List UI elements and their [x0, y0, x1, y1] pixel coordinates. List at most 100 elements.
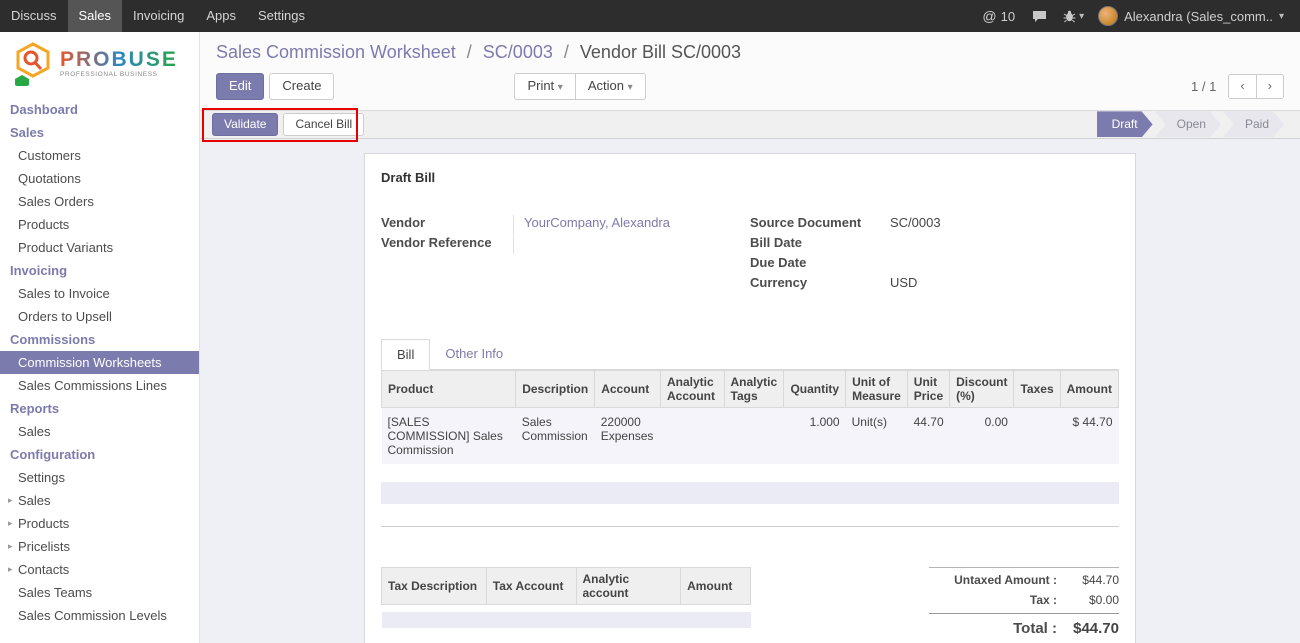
col-taxes[interactable]: Taxes	[1014, 370, 1060, 407]
probuse-logo-icon	[12, 42, 54, 86]
vendor-reference-value	[513, 235, 750, 254]
sidebar-item-config-products[interactable]: ▸ Products	[0, 512, 199, 535]
sidebar-item-quotations[interactable]: Quotations	[0, 167, 199, 190]
print-button[interactable]: Print ▾	[514, 73, 575, 100]
cell-taxes	[1014, 407, 1060, 464]
col-unit-price[interactable]: Unit Price	[907, 370, 949, 407]
control-panel: Sales Commission Worksheet / SC/0003 / V…	[200, 32, 1300, 110]
menu-item-label: Pricelists	[18, 539, 70, 554]
cell-account: 220000 Expenses	[595, 407, 661, 464]
col-tax-description[interactable]: Tax Description	[382, 567, 487, 604]
col-product[interactable]: Product	[382, 370, 516, 407]
sidebar-item-config-settings[interactable]: Settings	[0, 466, 199, 489]
user-menu[interactable]: Alexandra (Sales_comm.. ▾	[1092, 6, 1290, 26]
form-view: Draft Bill Vendor YourCompany, Alexandra…	[200, 139, 1300, 643]
sidebar-item-products[interactable]: Products	[0, 213, 199, 236]
sidebar-item-config-pricelists[interactable]: ▸ Pricelists	[0, 535, 199, 558]
sidebar-item-sales-teams[interactable]: Sales Teams	[0, 581, 199, 604]
mention-indicator[interactable]: @ 10	[973, 8, 1024, 24]
sidebar-item-config-contacts[interactable]: ▸ Contacts	[0, 558, 199, 581]
cancel-bill-button[interactable]: Cancel Bill	[283, 113, 364, 137]
tax-empty-row	[382, 604, 751, 612]
sidebar-item-product-variants[interactable]: Product Variants	[0, 236, 199, 259]
stage-draft[interactable]: Draft	[1097, 111, 1153, 137]
col-account[interactable]: Account	[595, 370, 661, 407]
total-value: $44.70	[1057, 620, 1119, 637]
col-analytic-tags[interactable]: Analytic Tags	[724, 370, 784, 407]
stage-open[interactable]: Open	[1155, 111, 1221, 137]
sidebar-item-commission-worksheets[interactable]: Commission Worksheets	[0, 351, 199, 374]
col-amount[interactable]: Amount	[1060, 370, 1118, 407]
action-label: Action	[588, 78, 624, 93]
col-tax-account[interactable]: Tax Account	[486, 567, 576, 604]
sidebar-heading-configuration[interactable]: Configuration	[0, 443, 199, 466]
pager-count: 1 / 1	[1191, 79, 1216, 94]
currency-value: USD	[890, 275, 1119, 294]
invoice-line-row[interactable]: [SALES COMMISSION] Sales Commission Sale…	[382, 407, 1119, 464]
tab-bill[interactable]: Bill	[381, 339, 430, 370]
navbar-right: @ 10 ▾ Alexandra (Sales_comm.. ▾	[973, 0, 1300, 32]
vendor-value[interactable]: YourCompany, Alexandra	[513, 215, 750, 234]
col-quantity[interactable]: Quantity	[784, 370, 846, 407]
pager-next-button[interactable]: ›	[1256, 74, 1284, 99]
invoice-lines-table: Product Description Account Analytic Acc…	[381, 370, 1119, 464]
action-button[interactable]: Action ▾	[575, 73, 646, 100]
cell-discount: 0.00	[950, 407, 1014, 464]
sidebar-heading-invoicing[interactable]: Invoicing	[0, 259, 199, 282]
col-analytic-account[interactable]: Analytic Account	[661, 370, 725, 407]
sidebar-heading-sales[interactable]: Sales	[0, 121, 199, 144]
sidebar-item-orders-to-upsell[interactable]: Orders to Upsell	[0, 305, 199, 328]
tax-empty-line-strip[interactable]	[382, 612, 751, 628]
app-logo[interactable]: PROBUSE PROFESSIONAL BUSINESS	[0, 32, 199, 92]
nav-discuss[interactable]: Discuss	[0, 0, 68, 32]
menu-item-label: Products	[18, 516, 69, 531]
sidebar-item-reports-sales[interactable]: Sales	[0, 420, 199, 443]
nav-apps[interactable]: Apps	[195, 0, 247, 32]
breadcrumb-worksheets[interactable]: Sales Commission Worksheet	[216, 42, 456, 62]
col-unit-of-measure[interactable]: Unit of Measure	[846, 370, 908, 407]
col-discount[interactable]: Discount (%)	[950, 370, 1014, 407]
menu-item-label: Sales	[18, 493, 51, 508]
sidebar-item-sales-to-invoice[interactable]: Sales to Invoice	[0, 282, 199, 305]
caret-down-icon: ▾	[1079, 11, 1084, 22]
create-button[interactable]: Create	[269, 73, 334, 100]
tab-other-info[interactable]: Other Info	[430, 339, 518, 369]
nav-settings[interactable]: Settings	[247, 0, 316, 32]
pager-previous-button[interactable]: ‹	[1228, 74, 1256, 99]
section-divider	[381, 526, 1119, 527]
debug-icon[interactable]: ▾	[1055, 10, 1092, 23]
sidebar-item-config-sales[interactable]: ▸ Sales	[0, 489, 199, 512]
sidebar-item-customers[interactable]: Customers	[0, 144, 199, 167]
sidebar: PROBUSE PROFESSIONAL BUSINESS Dashboard …	[0, 32, 200, 643]
sidebar-item-sales-commission-levels[interactable]: Sales Commission Levels	[0, 604, 199, 627]
col-tax-amount[interactable]: Amount	[681, 567, 751, 604]
totals-block: Untaxed Amount : $44.70 Tax : $0.00 Tota…	[929, 567, 1119, 640]
logo-tagline: PROFESSIONAL BUSINESS	[60, 72, 178, 79]
col-tax-analytic-account[interactable]: Analytic account	[576, 567, 681, 604]
expand-arrow-icon: ▸	[8, 495, 16, 506]
empty-line-strip[interactable]	[381, 482, 1119, 504]
vendor-reference-label: Vendor Reference	[381, 235, 513, 254]
nav-sales[interactable]: Sales	[68, 0, 123, 32]
edit-button[interactable]: Edit	[216, 73, 264, 100]
avatar	[1098, 6, 1118, 26]
validate-button[interactable]: Validate	[212, 113, 278, 137]
breadcrumb-current: Vendor Bill SC/0003	[580, 42, 741, 62]
top-navbar: Discuss Sales Invoicing Apps Settings @ …	[0, 0, 1300, 32]
untaxed-amount-label: Untaxed Amount :	[929, 573, 1057, 587]
tax-lines-table: Tax Description Tax Account Analytic acc…	[381, 567, 751, 629]
stage-paid[interactable]: Paid	[1223, 111, 1284, 137]
sidebar-heading-commissions[interactable]: Commissions	[0, 328, 199, 351]
nav-invoicing[interactable]: Invoicing	[122, 0, 195, 32]
form-title: Draft Bill	[381, 170, 1119, 185]
cell-unit-price: 44.70	[907, 407, 949, 464]
user-name: Alexandra (Sales_comm..	[1124, 9, 1273, 24]
sidebar-item-sales-orders[interactable]: Sales Orders	[0, 190, 199, 213]
breadcrumb-sc0003[interactable]: SC/0003	[483, 42, 553, 62]
caret-down-icon: ▾	[558, 82, 563, 93]
sidebar-heading-dashboard[interactable]: Dashboard	[0, 98, 199, 121]
col-description[interactable]: Description	[516, 370, 595, 407]
sidebar-item-sales-commissions-lines[interactable]: Sales Commissions Lines	[0, 374, 199, 397]
sidebar-heading-reports[interactable]: Reports	[0, 397, 199, 420]
chat-icon[interactable]	[1024, 10, 1055, 23]
